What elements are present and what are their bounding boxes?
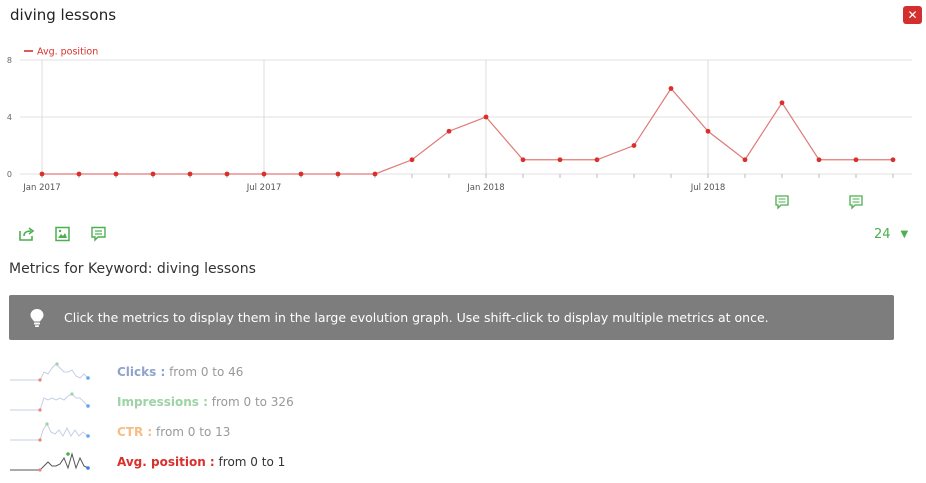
sparkline-clicks bbox=[10, 362, 90, 382]
evolution-chart: Avg. position 0 4 8 Jan 2017 Jul 2017 Jan 2018… bbox=[7, 47, 912, 210]
data-point[interactable] bbox=[816, 157, 822, 163]
metrics-heading: Metrics for Keyword: diving lessons bbox=[9, 261, 256, 277]
data-point[interactable] bbox=[853, 157, 859, 163]
x-tick-label: Jul 2017 bbox=[246, 183, 282, 193]
close-button[interactable]: ✕ bbox=[903, 6, 922, 24]
export-icon[interactable] bbox=[18, 226, 36, 242]
legend-label[interactable]: Avg. position bbox=[37, 47, 98, 58]
info-banner: Click the metrics to display them in the… bbox=[9, 295, 894, 340]
metric-range: from 0 to 326 bbox=[211, 395, 294, 409]
x-tick-label: Jan 2017 bbox=[22, 183, 60, 193]
data-point[interactable] bbox=[779, 100, 785, 106]
data-point[interactable] bbox=[261, 171, 267, 177]
sparkline-impressions bbox=[10, 392, 90, 412]
series-line-avg-position bbox=[42, 87, 893, 175]
data-point[interactable] bbox=[76, 171, 82, 177]
y-tick-label: 4 bbox=[7, 113, 12, 122]
graph-toolbar bbox=[18, 226, 108, 242]
data-point[interactable] bbox=[890, 157, 896, 163]
period-value: 24 bbox=[874, 227, 891, 242]
annotation-marker-icon[interactable] bbox=[849, 195, 863, 210]
data-point[interactable] bbox=[705, 128, 711, 134]
data-point[interactable] bbox=[520, 157, 526, 163]
data-point[interactable] bbox=[150, 171, 156, 177]
period-select[interactable]: 24 ▼ bbox=[874, 227, 908, 242]
annotation-icon[interactable] bbox=[90, 226, 108, 242]
metric-range: from 0 to 46 bbox=[169, 365, 244, 379]
image-icon[interactable] bbox=[54, 226, 72, 242]
metric-name[interactable]: Impressions : bbox=[117, 395, 208, 409]
data-point[interactable] bbox=[187, 171, 193, 177]
info-text: Click the metrics to display them in the… bbox=[64, 310, 769, 325]
metric-row-impressions[interactable]: Impressions : from 0 to 326 bbox=[10, 390, 294, 414]
metric-range: from 0 to 13 bbox=[156, 425, 231, 439]
y-tick-label: 8 bbox=[7, 56, 12, 65]
metric-range: from 0 to 1 bbox=[218, 455, 286, 469]
data-point[interactable] bbox=[594, 157, 600, 163]
data-point[interactable] bbox=[483, 114, 489, 120]
metric-label-clicks: Clicks : from 0 to 46 bbox=[117, 365, 243, 379]
x-tick-label: Jan 2018 bbox=[466, 183, 504, 193]
data-point[interactable] bbox=[668, 86, 674, 91]
chevron-down-icon: ▼ bbox=[900, 229, 909, 240]
metric-row-avg-position[interactable]: Avg. position : from 0 to 1 bbox=[10, 450, 285, 474]
data-point[interactable] bbox=[409, 157, 415, 163]
data-point[interactable] bbox=[557, 157, 563, 163]
data-point[interactable] bbox=[113, 171, 119, 177]
page-title: diving lessons bbox=[10, 6, 117, 24]
metric-name[interactable]: CTR : bbox=[117, 425, 152, 439]
data-point[interactable] bbox=[298, 171, 304, 177]
sparkline-avg-position bbox=[10, 452, 90, 472]
data-point[interactable] bbox=[631, 143, 637, 148]
metric-name[interactable]: Avg. position : bbox=[117, 455, 215, 469]
data-point[interactable] bbox=[335, 171, 341, 177]
annotation-marker-icon[interactable] bbox=[775, 195, 789, 210]
data-point[interactable] bbox=[742, 157, 748, 163]
lightbulb-icon bbox=[30, 308, 44, 327]
metric-name[interactable]: Clicks : bbox=[117, 365, 165, 379]
metric-row-clicks[interactable]: Clicks : from 0 to 46 bbox=[10, 360, 243, 384]
data-point[interactable] bbox=[372, 171, 378, 177]
data-point[interactable] bbox=[39, 171, 45, 177]
data-point[interactable] bbox=[224, 171, 230, 177]
metric-row-ctr[interactable]: CTR : from 0 to 13 bbox=[10, 420, 230, 444]
y-tick-label: 0 bbox=[7, 170, 12, 179]
data-point[interactable] bbox=[446, 128, 452, 134]
x-tick-label: Jul 2018 bbox=[690, 183, 726, 193]
sparkline-ctr bbox=[10, 422, 90, 442]
metric-label-avg-position: Avg. position : from 0 to 1 bbox=[117, 455, 285, 469]
metric-label-ctr: CTR : from 0 to 13 bbox=[117, 425, 230, 439]
metric-label-impressions: Impressions : from 0 to 326 bbox=[117, 395, 294, 409]
